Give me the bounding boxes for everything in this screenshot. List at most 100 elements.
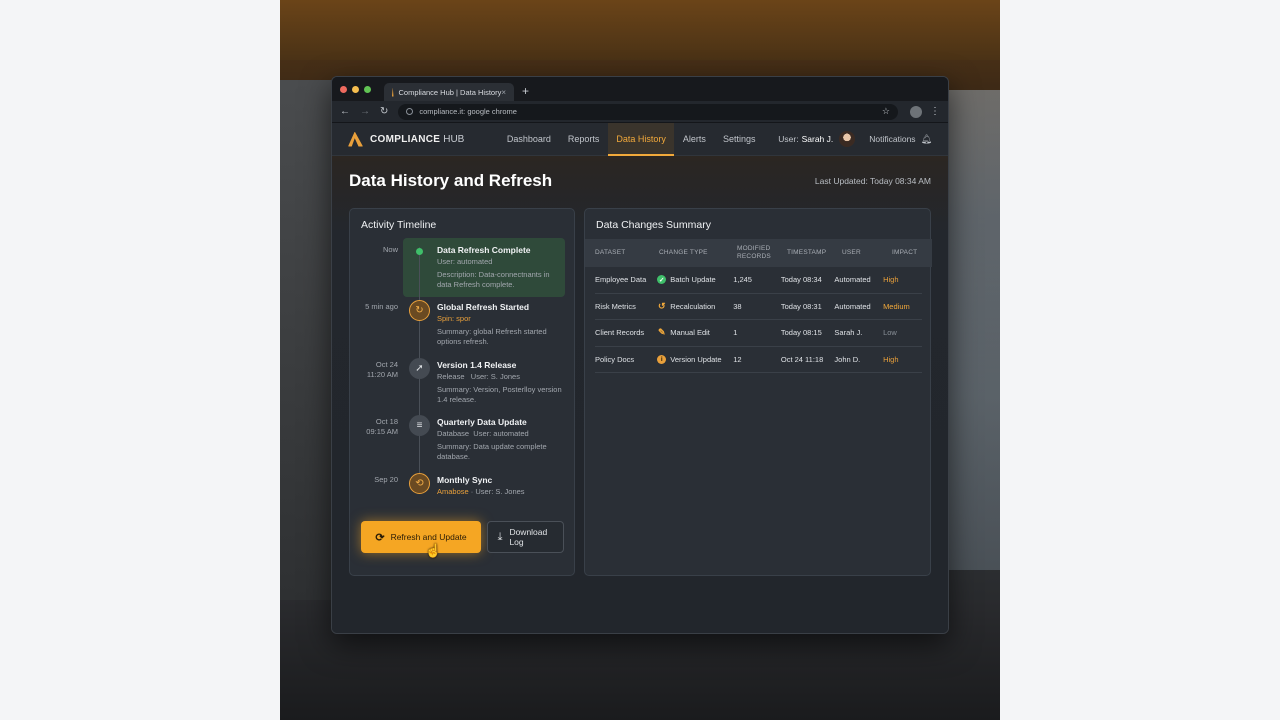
- table-row[interactable]: Employee Data ✓ Batch Update 1,245 Today …: [595, 267, 922, 294]
- minimize-window-button[interactable]: [352, 85, 359, 93]
- nav-reports[interactable]: Reports: [559, 123, 608, 156]
- cell-dataset: Risk Metrics: [595, 301, 636, 311]
- cell-change-type: ✓ Batch Update: [657, 275, 716, 285]
- background-scene: Compliance Hub | Data History × + ← → ↻ …: [280, 0, 1000, 720]
- brand[interactable]: COMPLIANCE HUB: [348, 131, 465, 147]
- timeline-description: Description: Data-connectnants in data R…: [437, 270, 550, 289]
- timeline-description: Summary: Data update complete database.: [437, 442, 547, 461]
- column-header[interactable]: CHANGE TYPE: [659, 249, 737, 257]
- timeline-time: Oct 18 09:15 AM: [366, 417, 398, 436]
- profile-avatar[interactable]: [910, 105, 922, 118]
- timeline-meta: Amabose · User: S. Jones: [437, 487, 525, 496]
- check-circle-icon: ✓: [657, 275, 667, 285]
- user-name[interactable]: Sarah J.: [802, 134, 834, 144]
- rocket-icon: ➚: [409, 358, 430, 379]
- tab-close-icon[interactable]: ×: [501, 88, 506, 97]
- close-window-button[interactable]: [340, 85, 347, 93]
- impact-badge: High: [883, 354, 899, 364]
- refresh-icon: ⟳: [375, 531, 385, 544]
- timeline-event-name: Version 1.4 Release: [437, 360, 517, 370]
- url-input[interactable]: compliance.it: google chrome ☆: [398, 103, 898, 120]
- user-label: User:: [778, 134, 799, 144]
- page-title: Data History and Refresh: [349, 171, 553, 190]
- timeline-event-name: Monthly Sync: [437, 475, 493, 485]
- cell-timestamp: Today 08:31: [780, 301, 822, 311]
- timeline-meta: Database User: automated: [437, 429, 529, 438]
- page-header: Data History and Refresh Last Updated: T…: [349, 171, 931, 191]
- summary-title: Data Changes Summary: [596, 219, 711, 231]
- bookmark-star-icon[interactable]: ☆: [882, 106, 890, 117]
- bell-icon[interactable]: 🔔︎: [921, 134, 932, 145]
- download-icon: ⤓: [497, 530, 503, 543]
- table-row[interactable]: Client Records ✎ Manual Edit 1 Today 08:1…: [595, 320, 922, 347]
- refresh-and-update-button[interactable]: ⟳ Refresh and Update: [361, 521, 481, 553]
- timeline-event-name: Quarterly Data Update: [437, 417, 527, 427]
- table-header: DATASET CHANGE TYPE MODIFIED RECORDS TIM…: [585, 239, 932, 267]
- timeline-time: 5 min ago: [365, 302, 398, 311]
- cell-change-type: ↺ Recalculation: [658, 300, 716, 311]
- column-header[interactable]: USER: [842, 249, 892, 257]
- background-wall: [280, 80, 332, 600]
- info-icon: i: [657, 354, 667, 364]
- timeline-description: Summary: Version, Posterlloy version 1.4…: [437, 385, 562, 404]
- timeline-description: Summary: global Refresh started options …: [437, 327, 547, 346]
- impact-badge: High: [883, 275, 899, 285]
- forward-icon[interactable]: →: [360, 106, 370, 117]
- timeline-time: Oct 24 11:20 AM: [366, 360, 398, 379]
- download-log-button[interactable]: ⤓ Download Log: [487, 521, 564, 553]
- nav-alerts[interactable]: Alerts: [674, 123, 714, 156]
- tab-title: Compliance Hub | Data History: [398, 87, 502, 97]
- recalculate-icon: ↺: [658, 300, 666, 311]
- brand-suffix: HUB: [443, 133, 465, 145]
- maximize-window-button[interactable]: [364, 85, 371, 93]
- column-header[interactable]: DATASET: [595, 249, 659, 257]
- cell-timestamp: Oct 24 11:18: [780, 354, 824, 364]
- browser-tab[interactable]: Compliance Hub | Data History ×: [384, 83, 514, 101]
- timeline-meta: Release User: S. Jones: [437, 372, 520, 381]
- column-header[interactable]: IMPACT: [892, 249, 932, 257]
- changes-table: DATASET CHANGE TYPE MODIFIED RECORDS TIM…: [585, 239, 932, 373]
- menu-icon[interactable]: ⋮: [930, 106, 940, 117]
- cell-user: Automated: [834, 275, 871, 285]
- cell-change-type: i Version Update: [657, 354, 733, 364]
- background-ceiling: [280, 0, 1000, 60]
- timeline-time: Sep 20: [374, 475, 398, 484]
- user-avatar[interactable]: [839, 131, 856, 147]
- new-tab-icon[interactable]: +: [522, 84, 529, 98]
- timeline-meta: User: automated: [437, 257, 493, 266]
- cell-records: 1: [733, 328, 738, 338]
- timeline-title: Activity Timeline: [361, 219, 437, 231]
- table-row[interactable]: Risk Metrics ↺ Recalculation 38 Today 08:…: [595, 294, 922, 320]
- nav-settings[interactable]: Settings: [714, 123, 764, 156]
- address-bar: ← → ↻ compliance.it: google chrome ☆ ⋮: [332, 101, 948, 123]
- timeline-meta: Spin: spor: [437, 314, 471, 323]
- database-icon: ≡: [409, 415, 430, 436]
- nav-dashboard[interactable]: Dashboard: [498, 123, 559, 156]
- back-icon[interactable]: ←: [340, 106, 350, 117]
- column-header[interactable]: TIMESTAMP: [787, 249, 842, 257]
- cell-dataset: Policy Docs: [595, 354, 635, 364]
- cell-records: 12: [733, 354, 742, 364]
- cell-records: 38: [733, 301, 742, 311]
- browser-window: Compliance Hub | Data History × + ← → ↻ …: [331, 76, 949, 634]
- column-header[interactable]: MODIFIED RECORDS: [737, 245, 787, 261]
- hand-cursor-icon: ☝: [425, 543, 442, 558]
- refresh-button-label: Refresh and Update: [390, 532, 467, 542]
- site-info-icon[interactable]: [406, 108, 414, 115]
- table-row[interactable]: Policy Docs i Version Update 12 Oct 24 11…: [595, 347, 922, 373]
- impact-badge: Medium: [883, 301, 910, 311]
- impact-badge: Low: [883, 328, 897, 338]
- cell-user: John D.: [834, 354, 861, 364]
- green-dot-icon: [409, 241, 430, 262]
- app-content: COMPLIANCE HUB Dashboard Reports Data Hi…: [332, 122, 948, 633]
- brand-logo-icon: [348, 131, 363, 147]
- cell-dataset: Employee Data: [595, 275, 647, 285]
- notifications-link[interactable]: Notifications: [869, 134, 915, 144]
- reload-icon[interactable]: ↻: [380, 106, 388, 117]
- cell-change-type: ✎ Manual Edit: [658, 327, 710, 338]
- nav-data-history[interactable]: Data History: [607, 122, 675, 156]
- browser-tabbar: Compliance Hub | Data History × +: [332, 77, 948, 101]
- activity-timeline-card: Activity Timeline Now Data Refresh Compl…: [349, 208, 575, 576]
- url-text: compliance.it: google chrome: [419, 107, 517, 116]
- background-window: [940, 90, 1000, 570]
